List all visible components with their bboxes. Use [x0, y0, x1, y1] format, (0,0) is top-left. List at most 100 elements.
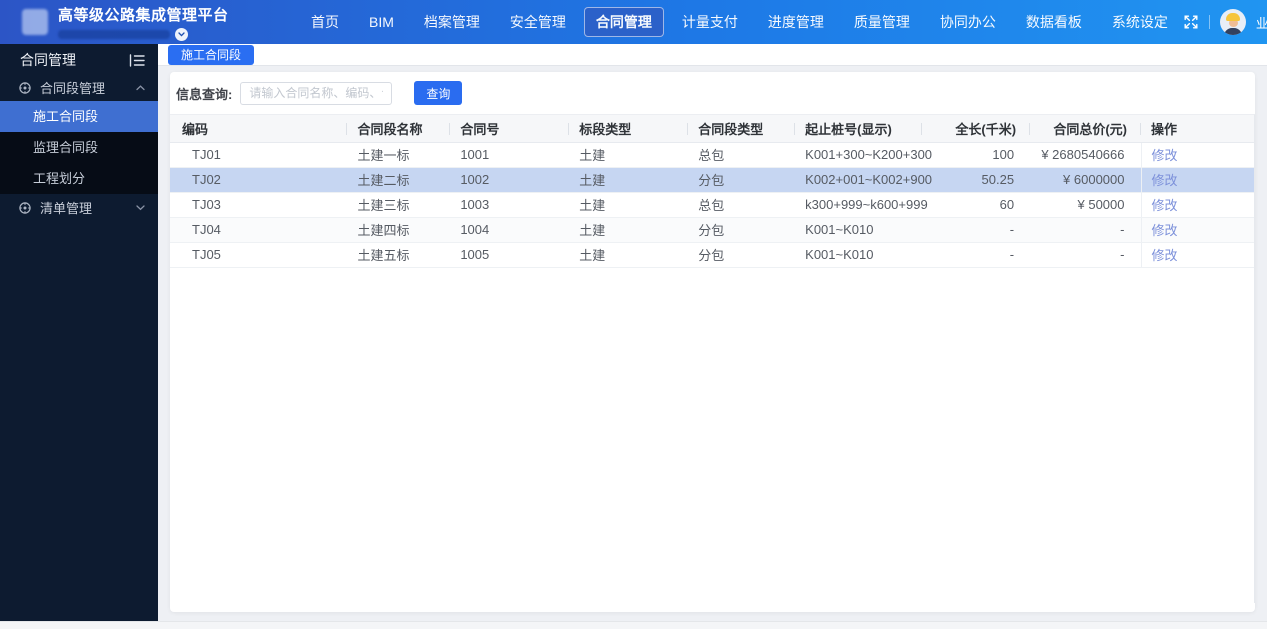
nav-item-9[interactable]: 协同办公: [928, 7, 1008, 37]
table-cell: 50.25: [922, 167, 1031, 193]
table-row-3[interactable]: TJ03 土建三标 1003 土建 总包 k300+999~k600+999 60 ¥ 500…: [170, 192, 1254, 218]
table-cell: 土建: [569, 142, 689, 168]
app-title: 高等级公路集成管理平台: [58, 6, 229, 24]
user-name[interactable]: 业主总工: [1256, 13, 1267, 32]
edit-link[interactable]: 修改: [1152, 198, 1178, 213]
project-switcher[interactable]: [58, 27, 229, 41]
edit-link[interactable]: 修改: [1152, 148, 1178, 163]
nav-item-1[interactable]: 首页: [299, 7, 351, 37]
table-cell: K001+300~K200+300: [795, 142, 932, 168]
nav-item-5[interactable]: 合同管理: [583, 7, 664, 37]
nav-item-11[interactable]: 系统设定: [1100, 7, 1180, 37]
table-cell: 分包: [688, 167, 796, 193]
column-header-4: 标段类型: [569, 115, 689, 143]
sidebar-submenu: 施工合同段 监理合同段 工程划分: [0, 101, 158, 194]
edit-link[interactable]: 修改: [1152, 248, 1178, 263]
table-cell: TJ03: [170, 192, 348, 218]
sidebar-item-2[interactable]: 监理合同段: [0, 132, 158, 163]
table-cell: 总包: [688, 142, 796, 168]
project-switcher-button[interactable]: [175, 27, 188, 41]
table-cell: 1002: [450, 167, 570, 193]
table-cell: 土建: [569, 217, 689, 243]
table-row-4[interactable]: TJ04 土建四标 1004 土建 分包 K001~K010- - 修改: [170, 217, 1254, 243]
nav-item-3[interactable]: 档案管理: [412, 7, 492, 37]
table-cell: 土建五标: [347, 242, 451, 268]
table-cell: K002+001~K002+900: [795, 167, 932, 193]
column-header-5: 合同段类型: [688, 115, 796, 143]
table-cell: 土建: [569, 167, 689, 193]
column-header-2: 合同段名称: [347, 115, 451, 143]
table-cell: TJ02: [170, 167, 348, 193]
brand: 高等级公路集成管理平台: [0, 4, 282, 41]
top-navigation: 首页 BIM 档案管理 安全管理 合同管理 计量支付 进度管理 质量管理 协同办公 数据看板 系统设…: [296, 7, 1183, 37]
table-cell-action: 修改: [1140, 217, 1254, 243]
column-header-3: 合同号: [450, 115, 570, 143]
search-input[interactable]: [240, 81, 393, 105]
menu-wheel-icon: [18, 81, 32, 95]
table-cell: K001~K010: [795, 242, 923, 268]
sidebar-group-label: 清单管理: [40, 201, 93, 216]
chevron-down-icon: [136, 204, 145, 211]
table-cell: 100: [922, 142, 1031, 168]
search-row: 信息查询: 查询: [170, 72, 1255, 105]
table-cell: 土建: [569, 192, 689, 218]
avatar[interactable]: [1219, 9, 1246, 35]
sidebar-item-1[interactable]: 施工合同段: [0, 101, 158, 132]
sidebar-group-2[interactable]: 清单管理: [0, 194, 158, 221]
table-row-1[interactable]: TJ01 土建一标 1001 土建 总包 K001+300~K200+300 100 ¥ 26…: [170, 142, 1254, 168]
contract-table: 编码 合同段名称 合同号 标段类型 合同段类型 起止桩号(显示) 全长(千米) 合同总价(元)…: [170, 115, 1254, 268]
sidebar-collapse-icon[interactable]: [129, 53, 145, 67]
chevron-down-icon: [178, 31, 185, 37]
sidebar-header: 合同管理: [0, 46, 158, 74]
table-cell: ¥ 2680540666: [1030, 142, 1141, 168]
tab-construction-contract-section[interactable]: 施工合同段: [168, 44, 255, 65]
table-cell: 土建三标: [347, 192, 451, 218]
edit-link[interactable]: 修改: [1152, 173, 1178, 188]
horizontal-scrollbar[interactable]: [0, 621, 1267, 629]
nav-item-6[interactable]: 计量支付: [670, 7, 750, 37]
logo: [22, 9, 48, 35]
table-row-5[interactable]: TJ05 土建五标 1005 土建 分包 K001~K010- - 修改: [170, 242, 1254, 268]
sidebar-menu: 合同段管理 施工合同段 监理合同段 工程划分清单管理: [0, 74, 158, 221]
table-cell-action: 修改: [1140, 242, 1254, 268]
table-cell: 60: [922, 192, 1031, 218]
nav-item-8[interactable]: 质量管理: [842, 7, 922, 37]
column-header-8: 合同总价(元): [1030, 115, 1141, 143]
table-cell-action: 修改: [1140, 192, 1254, 218]
nav-item-4[interactable]: 安全管理: [498, 7, 578, 37]
nav-item-2[interactable]: BIM: [357, 9, 406, 35]
table-cell: TJ04: [170, 217, 348, 243]
table-row-2[interactable]: TJ02 土建二标 1002 土建 分包 K002+001~K002+900 50.25 ¥ …: [170, 167, 1254, 193]
search-button[interactable]: 查询: [414, 81, 463, 105]
table-cell: 1004: [450, 217, 570, 243]
fullscreen-icon[interactable]: [1183, 14, 1199, 30]
menu-wheel-icon: [18, 201, 32, 215]
sidebar-group-1[interactable]: 合同段管理: [0, 74, 158, 101]
tabbar: 施工合同段: [158, 44, 1267, 66]
table-cell: 1005: [450, 242, 570, 268]
table-cell: 土建一标: [347, 142, 451, 168]
table-cell: k300+999~k600+999: [795, 192, 928, 218]
search-label: 信息查询:: [176, 86, 233, 102]
nav-item-7[interactable]: 进度管理: [756, 7, 836, 37]
content-card: 信息查询: 查询 编码合同段名称合同号标段类型合同段类型起止桩号(显示)全长(千…: [170, 72, 1255, 612]
divider: [1208, 15, 1210, 29]
column-header-9: 操作: [1141, 115, 1254, 143]
table-cell: 分包: [688, 242, 796, 268]
main-content: 施工合同段 信息查询: 查询 编码合同段名称合同号标段类型合同段类型起止桩号(显…: [158, 44, 1267, 621]
sidebar: 合同管理 合同段管理 施工合同段 监理合同段 工程划分清单管理: [0, 44, 158, 621]
column-header-1: 编码: [170, 115, 348, 143]
table-cell-action: 修改: [1140, 142, 1254, 168]
table-cell: -: [1030, 217, 1141, 243]
table-cell: 总包: [688, 192, 796, 218]
table-cell: -: [922, 217, 1031, 243]
sidebar-item-3[interactable]: 工程划分: [0, 163, 158, 194]
table-cell: 土建: [569, 242, 689, 268]
table-cell: ¥ 6000000: [1030, 167, 1141, 193]
table-cell: 1001: [450, 142, 570, 168]
edit-link[interactable]: 修改: [1152, 223, 1178, 238]
project-name-redacted: [58, 29, 170, 39]
topbar: 高等级公路集成管理平台 首页 BIM 档案管理 安全管理 合同管理 计量支付 进度管理 质量管…: [0, 0, 1267, 44]
nav-item-10[interactable]: 数据看板: [1014, 7, 1094, 37]
table-cell: -: [922, 242, 1031, 268]
